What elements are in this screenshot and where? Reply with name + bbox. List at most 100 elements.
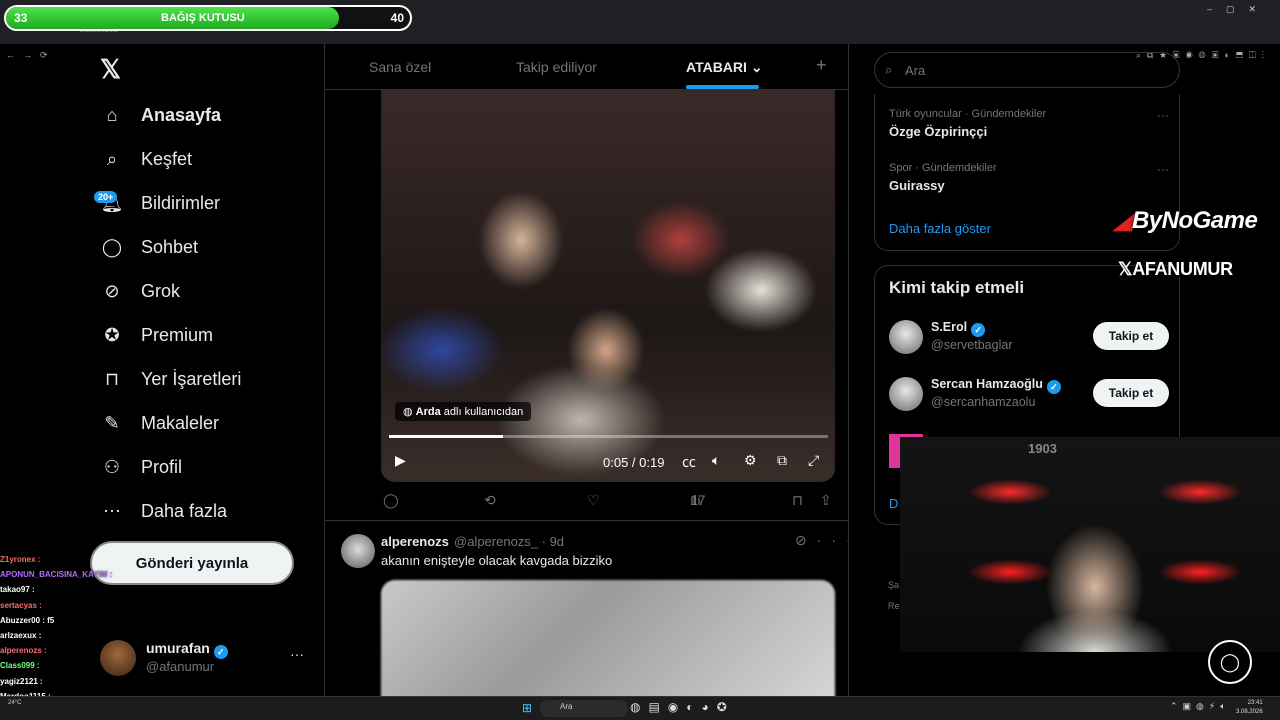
sidebar-item-profile[interactable]: ⚇ Profil <box>100 447 320 487</box>
chat-message: yagiz2121 : <box>0 676 43 686</box>
add-tab-icon[interactable]: + <box>816 55 827 76</box>
footer-link[interactable]: Şa <box>888 580 899 590</box>
show-more-link[interactable]: Daha fazla göster <box>889 221 991 236</box>
follow-suggestion[interactable]: Sercan Hamzaoğlu ✓ @sercanhamzaolu Takip … <box>889 375 1169 415</box>
person-handle[interactable]: @servetbaglar <box>931 338 1012 352</box>
sidebar-item-label: Yer İşaretleri <box>141 368 242 389</box>
tab-atabari[interactable]: ATABARI ⌄ <box>686 59 763 76</box>
sidebar-item-premium[interactable]: ✪ Premium <box>100 315 320 355</box>
taskbar-apps[interactable]: ◍▤◉◐◕✪ <box>630 700 735 714</box>
reply-icon[interactable]: ◯ <box>383 492 399 509</box>
avatar[interactable] <box>889 320 923 354</box>
chat-message: Abuzzer00 : f5 <box>0 615 55 625</box>
sidebar-item-grok[interactable]: ⊘ Grok <box>100 271 320 311</box>
settings-icon[interactable]: ⚙ <box>744 452 757 469</box>
share-icon[interactable]: ⇪ <box>820 492 832 509</box>
system-tray[interactable]: ⌃▣◍⚡︎🔈︎ <box>1170 701 1231 712</box>
chat-message: sertacyas : <box>0 600 42 610</box>
bookmark-icon: ⊓ <box>104 368 120 389</box>
bookmark-icon[interactable]: ⊓ <box>792 492 803 509</box>
active-tab-indicator <box>686 85 759 89</box>
retweet-icon[interactable]: ⟲ <box>484 492 496 509</box>
window-controls[interactable]: –▢✕ <box>1207 4 1270 15</box>
tweet-author-handle[interactable]: @alperenozs_ · 9d <box>454 534 564 549</box>
more-icon[interactable]: ··· <box>290 646 304 662</box>
search-placeholder: Ara <box>905 63 926 78</box>
sidebar-item-bookmarks[interactable]: ⊓ Yer İşaretleri <box>100 359 320 399</box>
bynogame-logo: ◢ByNoGame <box>1114 207 1258 234</box>
chat-icon: ◯ <box>101 236 123 257</box>
chat-message: APONUN_BACISINA_KAYIM : <box>0 570 113 580</box>
grok-icon: ⊘ <box>104 280 120 301</box>
avatar[interactable] <box>889 377 923 411</box>
divider <box>325 520 848 521</box>
x-logo-icon[interactable]: 𝕏 <box>100 54 121 85</box>
windows-taskbar: 24°C ⊞ Ara ◍▤◉◐◕✪ ⌃▣◍⚡︎🔈︎ 23:41 3.08.202… <box>0 696 1280 720</box>
video-progress-bar[interactable] <box>389 435 828 438</box>
sidebar-item-label: Premium <box>141 324 214 345</box>
grok-icon[interactable]: ⊘ <box>795 532 817 548</box>
person-handle[interactable]: @sercanhamzaolu <box>931 395 1035 409</box>
browser-nav-buttons[interactable]: ←→⟳ <box>6 50 56 61</box>
donation-progress-bar: 33 BAĞIŞ KUTUSU 40 <box>4 5 412 31</box>
taskbar-search[interactable]: Ara <box>540 700 628 717</box>
sidebar-item-home[interactable]: ⌂ Anasayfa <box>100 95 320 135</box>
verified-icon: ✓ <box>213 645 228 659</box>
fullscreen-icon[interactable]: ⤢ <box>808 452 819 469</box>
volume-icon[interactable]: 🔈︎ <box>712 452 720 469</box>
messages-fab-icon[interactable]: ◯ <box>1208 640 1252 684</box>
sidebar-item-label: Makaleler <box>141 412 220 433</box>
show-more-link[interactable]: D <box>889 496 898 511</box>
person-name[interactable]: Sercan Hamzaoğlu ✓ <box>931 377 1061 394</box>
bynogame-mark-icon: ◢ <box>1114 207 1132 234</box>
more-icon[interactable]: ··· <box>1157 162 1169 176</box>
chat-message: arlzaexux : <box>0 630 42 640</box>
play-icon[interactable]: ▶ <box>395 452 406 469</box>
tab-for-you[interactable]: Sana özel <box>369 59 431 75</box>
bell-icon: 🔔︎ 20+ <box>94 191 124 215</box>
sidebar-item-chat[interactable]: ◯ Sohbet <box>100 227 320 267</box>
tweet[interactable]: alperenozs @alperenozs_ · 9d ⊘··· akanın… <box>325 522 848 696</box>
stream-chat-overlay: Z1yronex : APONUN_BACISINA_KAYIM : takao97… <box>0 555 113 715</box>
tweet-media[interactable] <box>381 580 835 696</box>
tab-following[interactable]: Takip ediliyor <box>516 59 597 75</box>
home-icon: ⌂ <box>106 104 118 125</box>
post-button[interactable]: Gönderi yayınla <box>90 541 294 585</box>
avatar[interactable] <box>341 534 375 568</box>
webcam-overlay: 1903 <box>900 437 1280 652</box>
pip-icon[interactable]: ⧉ <box>777 452 787 469</box>
who-to-follow-title: Kimi takip etmeli <box>889 278 1025 297</box>
more-icon[interactable]: ··· <box>1157 108 1169 122</box>
timeline-tabs: Sana özel Takip ediliyor ATABARI ⌄ + <box>325 44 848 90</box>
chat-message: Z1yronex : <box>0 555 41 564</box>
tweet-author-name[interactable]: alperenozs <box>381 534 449 549</box>
afanumur-logo: 𝕏AFANUMUR <box>1118 259 1233 279</box>
tweet-actions: ◯ ⟲ ♡ ılı 17 ⊓ ⇪ <box>381 492 835 512</box>
like-icon[interactable]: ♡ <box>587 492 600 509</box>
donation-current: 33 <box>14 11 28 25</box>
follow-button[interactable]: Takip et <box>1093 379 1169 407</box>
sidebar-item-explore[interactable]: ⌕ Keşfet <box>100 139 320 179</box>
video-credit[interactable]: ◍ Arda adlı kullanıcıdan <box>395 402 532 421</box>
search-input[interactable]: ⌕ Ara <box>874 52 1180 88</box>
follow-suggestion[interactable]: S.Erol ✓ @servetbaglar Takip et <box>889 318 1169 358</box>
video-player[interactable]: ◍ Arda adlı kullanıcıdan ▶ 0:05 / 0:19 ㏄… <box>381 90 835 482</box>
taskbar-clock[interactable]: 23:41 3.08.2026 <box>1236 699 1263 717</box>
trend-item[interactable]: Türk oyuncular · Gündemdekiler Özge Özpi… <box>889 108 1169 139</box>
views-count: 17 <box>690 492 706 508</box>
person-name[interactable]: S.Erol ✓ <box>931 320 986 337</box>
trend-item[interactable]: Spor · Gündemdekiler Guirassy ··· <box>889 162 1169 193</box>
weather-widget[interactable]: 24°C <box>8 700 21 706</box>
footer-link[interactable]: Re <box>888 601 900 611</box>
sidebar-item-notifications[interactable]: 🔔︎ 20+ Bildirimler <box>94 183 320 223</box>
video-frame <box>381 90 835 482</box>
follow-button[interactable]: Takip et <box>1093 322 1169 350</box>
windows-start-icon[interactable]: ⊞ <box>522 701 532 715</box>
more-icon[interactable]: ··· <box>817 532 848 548</box>
tweet-header-icons: ⊘··· <box>795 532 848 549</box>
account-switcher[interactable]: umurafan ✓ @afanumur ··· <box>100 638 310 678</box>
captions-icon[interactable]: ㏄ <box>682 452 696 472</box>
sidebar-item-articles[interactable]: ✎ Makaleler <box>100 403 320 443</box>
account-name: umurafan ✓ <box>146 640 228 659</box>
sidebar-item-more[interactable]: ⋯ Daha fazla <box>100 491 320 531</box>
